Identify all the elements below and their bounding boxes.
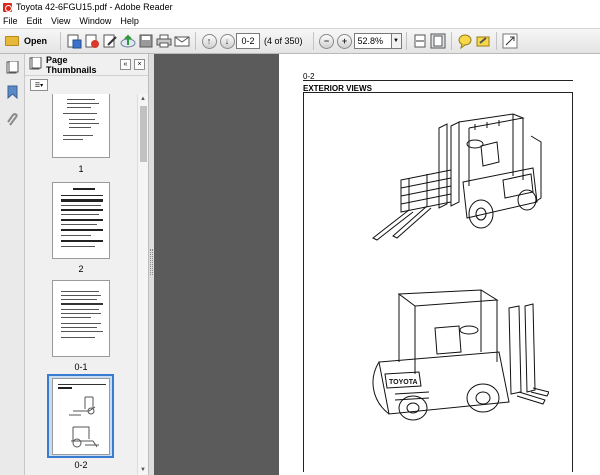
thumbnail-list: 1 2 0-1 0-2: [25, 94, 137, 475]
forklift-rear-drawing: TOYOTA: [372, 289, 549, 421]
toolbar-separator: [405, 32, 407, 50]
thumbnail-page-1[interactable]: [52, 94, 110, 158]
print-icon[interactable]: [155, 32, 173, 50]
title-bar: Toyota 42-6FGU15.pdf - Adobe Reader: [0, 0, 600, 14]
attachments-icon[interactable]: [5, 112, 20, 127]
menu-view[interactable]: View: [51, 16, 70, 26]
toolbar-separator: [495, 32, 497, 50]
zoom-out-icon[interactable]: −: [318, 32, 336, 50]
thumbnail-page-0-1[interactable]: [52, 280, 110, 357]
page-thumbnails-icon: [29, 56, 42, 72]
create-pdf-icon[interactable]: [65, 32, 83, 50]
save-icon[interactable]: [137, 32, 155, 50]
thumbnail-page-2[interactable]: [52, 182, 110, 259]
options-menu-button[interactable]: ☰▾: [30, 79, 48, 91]
thumbnails-pane: Page Thumbnails « × ☰▾ 1 2 0-1 0-2 ▲ ▼: [25, 54, 149, 475]
page-number-input[interactable]: 0-2: [236, 33, 260, 49]
folder-icon: [5, 36, 19, 46]
next-page-icon[interactable]: ↓: [218, 32, 236, 50]
fit-width-icon[interactable]: [411, 32, 429, 50]
scroll-up-icon[interactable]: ▲: [138, 94, 148, 104]
toolbar-separator: [60, 32, 61, 50]
open-button-label: Open: [24, 36, 48, 46]
highlight-icon[interactable]: [474, 32, 492, 50]
zoom-dropdown[interactable]: ▼: [391, 33, 402, 49]
menu-help[interactable]: Help: [120, 16, 139, 26]
zoom-input[interactable]: 52.8%: [353, 33, 392, 49]
main-toolbar: Open ↑ ↓ 0-2 (4 of 350) − + 52.8% ▼: [0, 28, 600, 54]
close-pane-button[interactable]: ×: [134, 59, 145, 70]
previous-page-icon[interactable]: ↑: [200, 32, 218, 50]
menu-file[interactable]: File: [3, 16, 18, 26]
collaborate-icon[interactable]: [83, 32, 101, 50]
menu-bar: File Edit View Window Help: [0, 14, 600, 28]
comment-icon[interactable]: [456, 32, 474, 50]
email-icon[interactable]: [173, 32, 191, 50]
toolbar-separator: [195, 32, 196, 50]
collapse-pane-button[interactable]: «: [120, 59, 131, 70]
thumbnails-scrollbar[interactable]: ▲ ▼: [137, 94, 148, 475]
forklift-front-drawing: [372, 113, 542, 241]
window-title: Toyota 42-6FGU15.pdf - Adobe Reader: [16, 2, 173, 12]
page-content: 0-2 EXTERIOR VIEWS TOYOTA: [303, 68, 577, 472]
sign-icon[interactable]: [101, 32, 119, 50]
menu-window[interactable]: Window: [79, 16, 111, 26]
thumbnails-pane-header: Page Thumbnails « ×: [25, 54, 148, 76]
thumbnail-page-0-2[interactable]: [52, 378, 110, 455]
scroll-down-icon[interactable]: ▼: [138, 465, 148, 475]
header-rule: [303, 80, 573, 81]
thumbnail-label: 0-1: [74, 362, 88, 372]
expand-icon[interactable]: [501, 32, 519, 50]
scrollbar-thumb[interactable]: [140, 106, 147, 162]
adobe-reader-icon: [3, 2, 12, 12]
pane-title: Page Thumbnails: [46, 54, 97, 75]
toyota-logo: TOYOTA: [389, 379, 418, 386]
page-thumbnails-icon[interactable]: [5, 60, 20, 75]
thumbnail-label: 2: [78, 264, 84, 274]
open-button[interactable]: Open: [3, 31, 53, 51]
page-count: (4 of 350): [264, 36, 303, 46]
bookmarks-icon[interactable]: [5, 84, 20, 99]
thumbnails-toolbar: ☰▾: [25, 76, 148, 94]
thumbnail-label: 0-2: [74, 460, 88, 470]
navigation-rail: [0, 54, 25, 475]
menu-edit[interactable]: Edit: [27, 16, 43, 26]
toolbar-separator: [312, 32, 314, 50]
toolbar-separator: [450, 32, 452, 50]
zoom-in-icon[interactable]: +: [336, 32, 354, 50]
chevron-down-icon: ▼: [393, 38, 399, 44]
document-view[interactable]: 0-2 EXTERIOR VIEWS TOYOTA: [154, 54, 600, 475]
pdf-page: 0-2 EXTERIOR VIEWS TOYOTA: [279, 54, 600, 475]
splitter-grip[interactable]: [150, 249, 153, 275]
fit-page-icon[interactable]: [429, 32, 447, 50]
thumbnail-label: 1: [78, 164, 84, 174]
upload-icon[interactable]: [119, 32, 137, 50]
